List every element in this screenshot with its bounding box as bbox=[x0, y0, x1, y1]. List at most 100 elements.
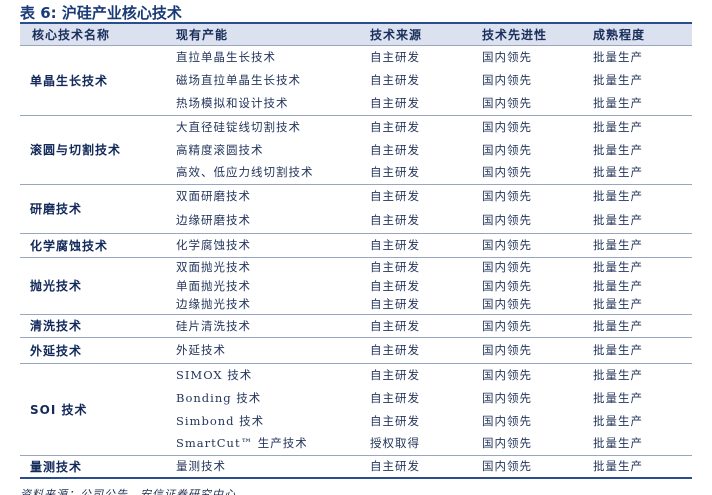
capacity-cell: 高精度滚圆技术 bbox=[176, 142, 264, 157]
source-cell: 自主研发 bbox=[370, 278, 420, 293]
source-cell: 自主研发 bbox=[362, 256, 474, 276]
table-row: 量测技术 量测技术 自主研发 国内领先 批量生产 bbox=[20, 454, 692, 479]
maturity-cell: 批量生产 bbox=[585, 183, 692, 208]
advancement-cell: 国内领先 bbox=[482, 278, 532, 293]
source-cell: 自主研发 bbox=[370, 213, 420, 228]
capacity-cell: 双面抛光技术 bbox=[168, 256, 362, 276]
source-cell: 自主研发 bbox=[370, 142, 420, 157]
advancement-cell: 国内领先 bbox=[474, 362, 585, 386]
capacity-cell: 边缘抛光技术 bbox=[176, 297, 251, 312]
maturity-cell: 批量生产 bbox=[593, 165, 643, 180]
capacity-cell: Bonding 技术 bbox=[176, 390, 262, 405]
column-header-source: 技术来源 bbox=[362, 24, 474, 45]
maturity-cell: 批量生产 bbox=[585, 454, 692, 479]
source-cell: 自主研发 bbox=[370, 165, 420, 180]
advancement-cell: 国内领先 bbox=[474, 232, 585, 257]
tech-category-name: 清洗技术 bbox=[20, 313, 168, 337]
advancement-cell: 国内领先 bbox=[482, 72, 532, 87]
tech-category-name: 化学腐蚀技术 bbox=[20, 232, 168, 257]
source-cell: 自主研发 bbox=[362, 336, 474, 363]
capacity-cell: SmartCut™ 生产技术 bbox=[176, 436, 308, 451]
maturity-cell: 批量生产 bbox=[585, 44, 692, 68]
capacity-cell: SIMOX 技术 bbox=[168, 362, 362, 386]
source-cell: 自主研发 bbox=[362, 44, 474, 68]
maturity-cell: 批量生产 bbox=[593, 95, 643, 110]
advancement-cell: 国内领先 bbox=[482, 413, 532, 428]
advancement-cell: 国内领先 bbox=[474, 336, 585, 363]
maturity-cell: 批量生产 bbox=[593, 436, 643, 451]
source-cell: 自主研发 bbox=[362, 114, 474, 138]
maturity-cell: 批量生产 bbox=[593, 213, 643, 228]
capacity-cell: 直拉单晶生长技术 bbox=[168, 44, 362, 68]
tech-category-name: 单晶生长技术 bbox=[20, 44, 168, 115]
source-cell: 自主研发 bbox=[370, 72, 420, 87]
source-cell: 自主研发 bbox=[370, 390, 420, 405]
source-cell: 自主研发 bbox=[370, 297, 420, 312]
maturity-cell: 批量生产 bbox=[585, 232, 692, 257]
advancement-cell: 国内领先 bbox=[482, 297, 532, 312]
capacity-cell: 单面抛光技术 bbox=[176, 278, 251, 293]
tech-category-name: SOI 技术 bbox=[20, 362, 168, 455]
advancement-cell: 国内领先 bbox=[474, 256, 585, 276]
maturity-cell: 批量生产 bbox=[593, 142, 643, 157]
maturity-cell: 批量生产 bbox=[593, 278, 643, 293]
maturity-cell: 批量生产 bbox=[585, 114, 692, 138]
table-row: 外延技术 外延技术 自主研发 国内领先 批量生产 bbox=[20, 336, 692, 363]
table-title: 表 6: 沪硅产业核心技术 bbox=[20, 4, 182, 22]
table-row: 单晶生长技术 直拉单晶生长技术 自主研发 国内领先 批量生产 bbox=[20, 44, 692, 115]
capacity-cell: 高效、低应力线切割技术 bbox=[176, 165, 314, 180]
maturity-cell: 批量生产 bbox=[585, 362, 692, 386]
table-header-row: 核心技术名称 现有产能 技术来源 技术先进性 成熟程度 bbox=[20, 24, 692, 45]
core-technology-table: 核心技术名称 现有产能 技术来源 技术先进性 成熟程度 单晶生长技术 直拉单晶生长… bbox=[20, 24, 692, 479]
tech-category-name: 外延技术 bbox=[20, 336, 168, 363]
source-cell: 授权取得 bbox=[370, 436, 420, 451]
capacity-cell: 边缘研磨技术 bbox=[176, 213, 251, 228]
advancement-cell: 国内领先 bbox=[482, 142, 532, 157]
source-cell: 自主研发 bbox=[362, 313, 474, 337]
advancement-cell: 国内领先 bbox=[474, 454, 585, 479]
maturity-cell: 批量生产 bbox=[593, 297, 643, 312]
source-cell: 自主研发 bbox=[370, 413, 420, 428]
table-body: 单晶生长技术 直拉单晶生长技术 自主研发 国内领先 批量生产 磁场直拉单晶生长技术 自主研发… bbox=[20, 44, 692, 479]
capacity-cell: 磁场直拉单晶生长技术 bbox=[176, 72, 301, 87]
capacity-cell: 化学腐蚀技术 bbox=[168, 232, 362, 257]
table-row: 清洗技术 硅片清洗技术 自主研发 国内领先 批量生产 bbox=[20, 313, 692, 337]
capacity-cell: 外延技术 bbox=[168, 336, 362, 363]
advancement-cell: 国内领先 bbox=[474, 44, 585, 68]
column-header-capacity: 现有产能 bbox=[168, 24, 362, 45]
table-row: 抛光技术 双面抛光技术 自主研发 国内领先 批量生产 bbox=[20, 256, 692, 314]
capacity-cell: Simbond 技术 bbox=[176, 413, 265, 428]
tech-category-name: 研磨技术 bbox=[20, 183, 168, 233]
capacity-cell: 硅片清洗技术 bbox=[168, 313, 362, 337]
source-cell: 自主研发 bbox=[362, 454, 474, 479]
capacity-cell: 大直径硅锭线切割技术 bbox=[168, 114, 362, 138]
capacity-cell: 量测技术 bbox=[168, 454, 362, 479]
advancement-cell: 国内领先 bbox=[482, 95, 532, 110]
tech-category-name: 抛光技术 bbox=[20, 256, 168, 314]
table-row: 研磨技术 双面研磨技术 自主研发 国内领先 批量生产 bbox=[20, 183, 692, 233]
advancement-cell: 国内领先 bbox=[482, 436, 532, 451]
table-row: SOI 技术 SIMOX 技术 自主研发 国内领先 批量生产 bbox=[20, 362, 692, 455]
advancement-cell: 国内领先 bbox=[482, 165, 532, 180]
capacity-cell: 热场模拟和设计技术 bbox=[176, 95, 289, 110]
maturity-cell: 批量生产 bbox=[585, 313, 692, 337]
advancement-cell: 国内领先 bbox=[474, 114, 585, 138]
maturity-cell: 批量生产 bbox=[593, 413, 643, 428]
source-note: 资料来源：公司公告，安信证券研究中心 bbox=[20, 488, 236, 495]
table-row: 化学腐蚀技术 化学腐蚀技术 自主研发 国内领先 批量生产 bbox=[20, 232, 692, 257]
source-cell: 自主研发 bbox=[362, 232, 474, 257]
source-cell: 自主研发 bbox=[370, 95, 420, 110]
advancement-cell: 国内领先 bbox=[482, 390, 532, 405]
maturity-cell: 批量生产 bbox=[593, 72, 643, 87]
column-header-maturity: 成熟程度 bbox=[585, 24, 692, 45]
advancement-cell: 国内领先 bbox=[482, 213, 532, 228]
capacity-cell: 双面研磨技术 bbox=[168, 183, 362, 208]
tech-category-name: 滚圆与切割技术 bbox=[20, 114, 168, 184]
source-cell: 自主研发 bbox=[362, 362, 474, 386]
advancement-cell: 国内领先 bbox=[474, 313, 585, 337]
tech-category-name: 量测技术 bbox=[20, 454, 168, 479]
maturity-cell: 批量生产 bbox=[585, 256, 692, 276]
advancement-cell: 国内领先 bbox=[474, 183, 585, 208]
column-header-tech-name: 核心技术名称 bbox=[20, 24, 168, 45]
source-cell: 自主研发 bbox=[362, 183, 474, 208]
